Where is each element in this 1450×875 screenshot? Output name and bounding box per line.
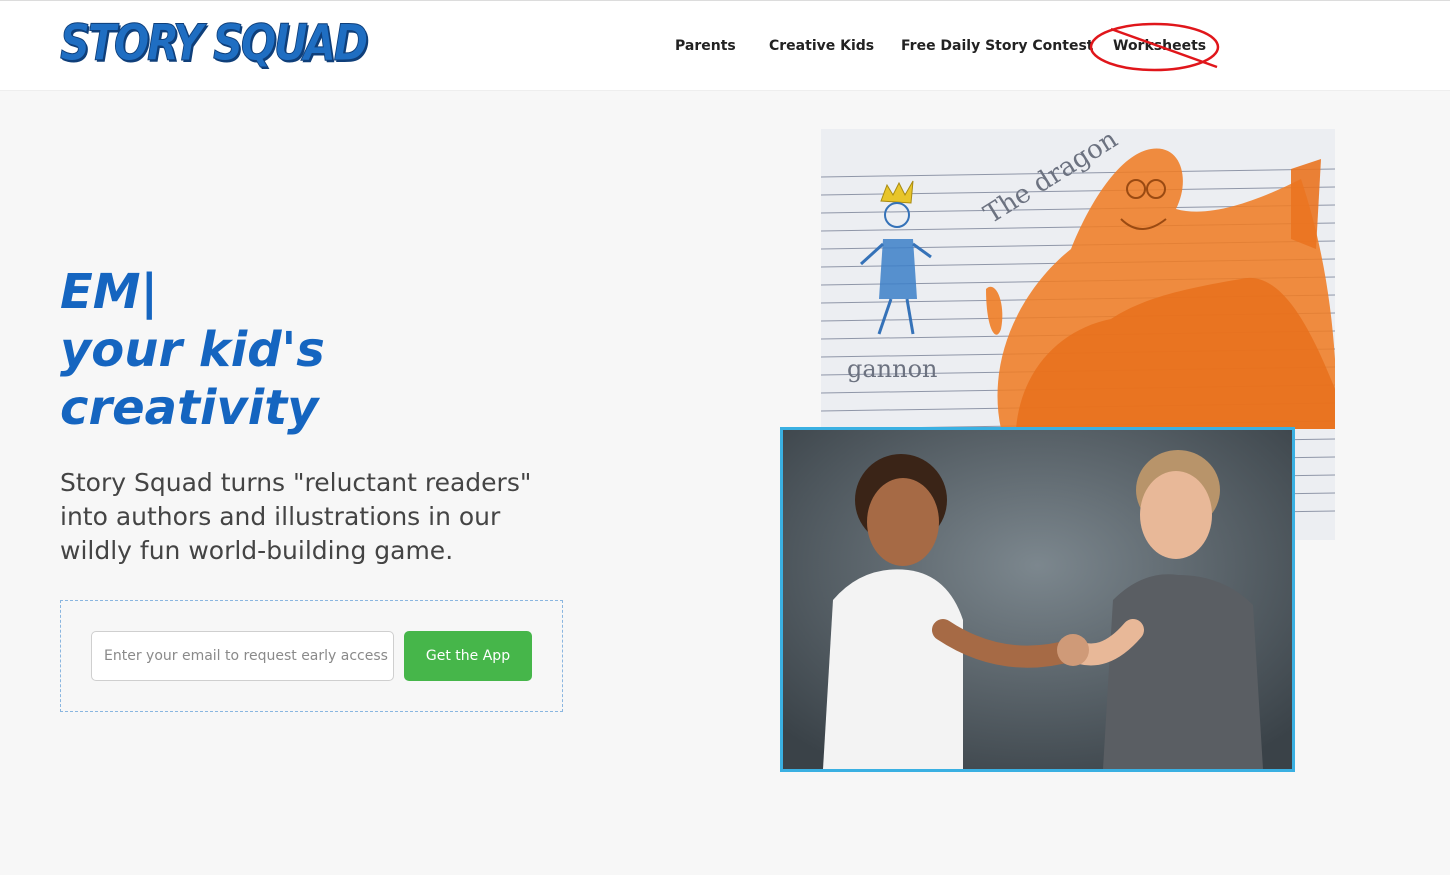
early-access-form: Get the App [60, 600, 563, 712]
headline-line: your kid's [60, 322, 325, 378]
kids-handshake-photo [780, 427, 1295, 772]
nav-link-worksheets[interactable]: Worksheets [1113, 38, 1206, 54]
get-the-app-button[interactable]: Get the App [404, 631, 532, 681]
email-input[interactable] [91, 631, 394, 681]
nav-link-creative-kids[interactable]: Creative Kids [769, 38, 874, 54]
hero-subtext: Story Squad turns "reluctant readers" in… [60, 468, 532, 565]
story-squad-logo[interactable]: STORY SQUAD [60, 13, 369, 73]
drawing-signature-text: gannon [847, 355, 938, 383]
headline-line: creativity [60, 380, 319, 436]
headline-line: EM| [60, 264, 159, 320]
hero-headline: EM| your kid's creativity [60, 263, 325, 437]
nav-link-parents[interactable]: Parents [675, 38, 736, 54]
site-header: STORY SQUAD Parents Creative Kids Free D… [0, 0, 1450, 91]
nav-link-free-daily-story-contest[interactable]: Free Daily Story Contest [901, 38, 1093, 54]
